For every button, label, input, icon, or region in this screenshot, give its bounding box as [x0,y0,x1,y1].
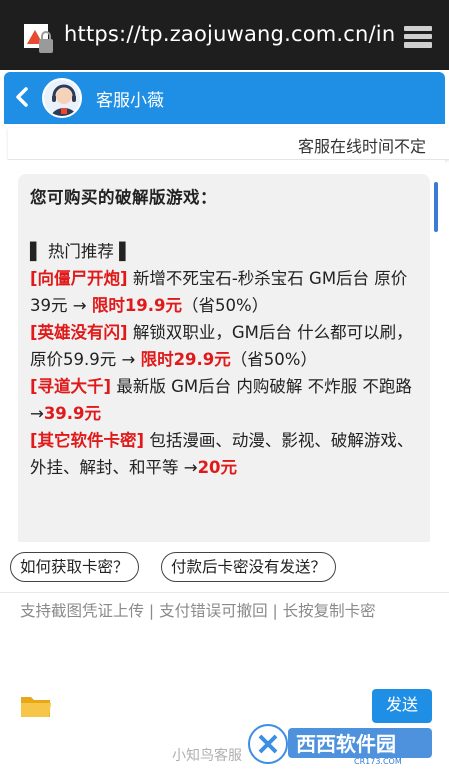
headset-agent-icon [50,84,78,116]
chat-title: 客服小薇 [96,91,164,111]
product-price: 限时19.9元 [91,296,183,315]
message-bubble: 您可购买的破解版游戏： ▌ 热门推荐 ▌ [向僵尸开炮] 新增不死宝石-秒杀宝石… [18,174,430,542]
back-arrow-icon[interactable] [12,84,32,110]
message-title: 您可购买的破解版游戏： [30,188,217,207]
product-tag: [向僵尸开炮] [30,269,128,288]
quick-reply-code-not-sent[interactable]: 付款后卡密没有发送？ [161,552,337,582]
product-tag: [寻道大千] [30,377,112,396]
watermark-logo: 西西软件园 CR173.COM [246,722,432,766]
folder-upload-icon[interactable] [20,693,52,719]
product-note: （省50%） [182,296,269,315]
site-favicon-icon [24,24,53,53]
product-note: （省50%） [230,350,317,369]
svg-text:CR173.COM: CR173.COM [354,757,402,766]
product-item: [寻道大千] 最新版 GM后台 内购破解 不炸服 不跑路 →39.9元 [30,373,418,427]
svg-text:西西软件园: 西西软件园 [296,732,396,756]
footer-brand: 小知鸟客服 [172,748,242,764]
address-bar-url[interactable]: https://tp.zaojuwang.com.cn/in [64,22,395,46]
tabs-switcher-icon[interactable] [402,24,434,50]
product-price: 39.9元 [43,404,102,423]
send-button[interactable]: 发送 [372,689,432,723]
product-price: 20元 [197,458,238,477]
product-item: [英雄没有闪] 解锁双职业，GM后台 什么都可以刷，原价59.9元 → 限时29… [30,319,418,373]
input-placeholder[interactable]: 支持截图凭证上传 | 支付错误可撤回 | 长按复制卡密 [20,599,376,621]
section-heading: ▌ 热门推荐 ▌ [30,242,132,261]
message-list[interactable]: 您可购买的破解版游戏： ▌ 热门推荐 ▌ [向僵尸开炮] 新增不死宝石-秒杀宝石… [4,160,445,542]
quick-reply-get-code[interactable]: 如何获取卡密？ [10,552,139,582]
notice-text: 客服在线时间不定 [298,137,427,156]
browser-toolbar: https://tp.zaojuwang.com.cn/in [0,0,449,70]
product-tag: [其它软件卡密] [30,431,145,450]
quick-reply-bar: 如何获取卡密？ 付款后卡密没有发送？ [0,552,449,584]
product-item: [向僵尸开炮] 新增不死宝石-秒杀宝石 GM后台 原价39元 → 限时19.9元… [30,265,418,319]
agent-avatar [42,78,82,118]
product-price: 限时29.9元 [140,350,231,369]
notice-marquee: 客服在线时间不定 [8,128,449,160]
product-item: [其它软件卡密] 包括漫画、动漫、影视、破解游戏、外挂、解封、和平等 →20元 [30,427,418,481]
chat-header: 客服小薇 [4,72,445,124]
product-tag: [英雄没有闪] [30,323,128,342]
message-scrollbar[interactable] [434,182,438,232]
